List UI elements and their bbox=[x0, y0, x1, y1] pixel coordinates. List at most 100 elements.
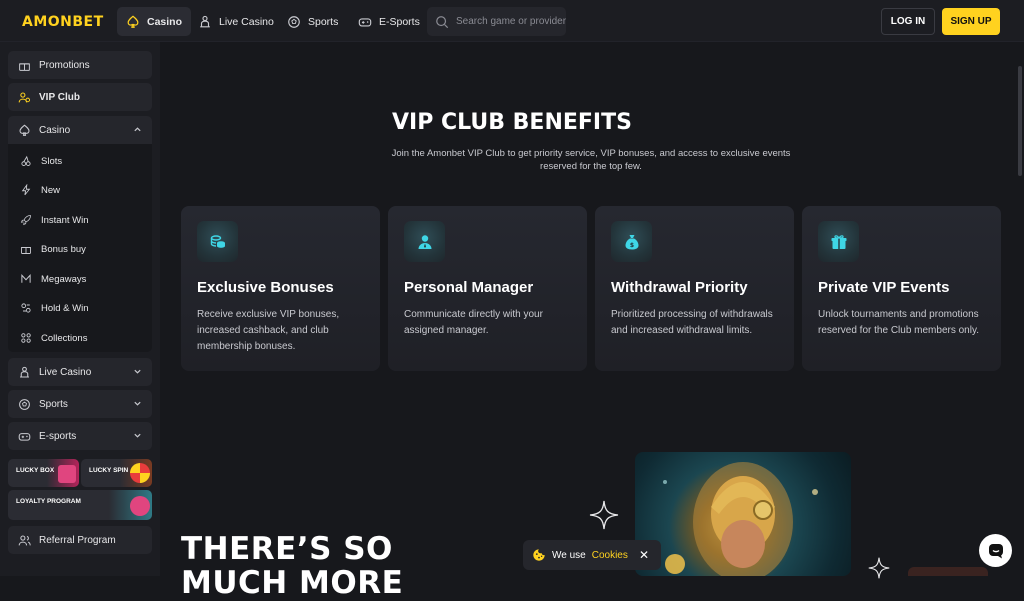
lucky-spin-label: LUCKY SPIN bbox=[89, 467, 129, 474]
benefit-title: Personal Manager bbox=[404, 279, 534, 296]
sidebar-item-label: VIP Club bbox=[39, 91, 80, 103]
loyalty-icon bbox=[130, 496, 150, 516]
sidebar-subitem-instant-win[interactable]: Instant Win bbox=[20, 210, 89, 230]
signup-button[interactable]: SIGN UP bbox=[942, 8, 1000, 35]
tab-esports[interactable]: E-Sports bbox=[349, 7, 429, 36]
sidebar-item-referral[interactable]: Referral Program bbox=[8, 526, 152, 554]
gift-icon bbox=[831, 234, 846, 249]
sidebar-item-promotions[interactable]: Promotions bbox=[8, 51, 152, 79]
lightning-icon bbox=[21, 184, 31, 196]
page-subtitle: Join the Amonbet VIP Club to get priorit… bbox=[391, 148, 791, 172]
gamepad-icon bbox=[358, 17, 372, 27]
lucky-box-icon bbox=[58, 465, 76, 483]
tab-sports[interactable]: Sports bbox=[278, 7, 347, 36]
sidebar-item-label: E-sports bbox=[39, 430, 77, 442]
sidebar-subitem-label: New bbox=[41, 184, 61, 196]
hold-win-icon bbox=[21, 303, 31, 313]
sidebar-item-label: Promotions bbox=[39, 59, 90, 71]
sidebar-subitem-new[interactable]: New bbox=[20, 180, 60, 200]
sidebar-item-esports[interactable]: E-sports bbox=[8, 422, 152, 450]
benefit-text: Communicate directly with your assigned … bbox=[404, 309, 543, 336]
wheel-icon bbox=[130, 463, 150, 483]
ball-icon bbox=[288, 15, 300, 28]
sidebar-subitem-label: Slots bbox=[41, 155, 63, 167]
coins-icon bbox=[210, 234, 225, 248]
tab-casino[interactable]: Casino bbox=[117, 7, 192, 36]
benefit-card-bonuses: Exclusive Bonuses Receive exclusive VIP … bbox=[181, 206, 380, 371]
sidebar-item-vip-club[interactable]: VIP Club bbox=[8, 83, 152, 111]
loyalty-program-tile[interactable]: LOYALTY PROGRAM bbox=[8, 490, 152, 520]
sidebar-item-label: Sports bbox=[39, 398, 68, 410]
benefit-title: Withdrawal Priority bbox=[611, 279, 748, 296]
sidebar-item-live-casino[interactable]: Live Casino bbox=[8, 358, 152, 386]
sidebar-item-label: Live Casino bbox=[39, 366, 92, 378]
benefit-text: Unlock tournaments and promotions reserv… bbox=[818, 309, 979, 336]
users-icon bbox=[18, 535, 31, 545]
sidebar-subitem-label: Megaways bbox=[41, 273, 87, 285]
search-input[interactable] bbox=[456, 16, 566, 27]
sidebar-subitem-slots[interactable]: Slots bbox=[20, 151, 62, 171]
cookie-link[interactable]: Cookies bbox=[592, 550, 628, 561]
chat-icon bbox=[988, 543, 1003, 558]
chat-button[interactable] bbox=[979, 534, 1012, 567]
benefit-text: Receive exclusive VIP bonuses, increased… bbox=[197, 309, 340, 352]
benefit-title: Private VIP Events bbox=[818, 279, 950, 296]
sidebar-subitem-bonus-buy[interactable]: Bonus buy bbox=[20, 239, 86, 259]
benefit-icon-box bbox=[404, 221, 445, 262]
tab-label: E-Sports bbox=[379, 15, 420, 28]
benefit-card-manager: Personal Manager Communicate directly wi… bbox=[388, 206, 587, 371]
secondary-image bbox=[908, 567, 988, 576]
benefit-icon-box bbox=[197, 221, 238, 262]
gift-icon bbox=[19, 62, 30, 71]
top-bar: AMONBET Casino Live Casino Sports E-Spor… bbox=[0, 0, 1024, 42]
cookie-text: We use bbox=[552, 549, 586, 561]
manager-icon bbox=[418, 234, 431, 249]
sidebar-item-label: Referral Program bbox=[39, 534, 116, 546]
casino-submenu: Slots New Instant Win Bonus buy Megaways… bbox=[8, 144, 152, 352]
sidebar-subitem-label: Instant Win bbox=[41, 214, 89, 226]
sidebar-subitem-label: Hold & Win bbox=[41, 302, 89, 314]
benefit-icon-box bbox=[818, 221, 859, 262]
lucky-spin-tile[interactable]: LUCKY SPIN bbox=[81, 459, 152, 487]
sidebar-item-sports[interactable]: Sports bbox=[8, 390, 152, 418]
chevron-down-icon bbox=[134, 369, 141, 374]
lucky-box-label: LUCKY BOX bbox=[16, 467, 55, 474]
tab-label: Sports bbox=[308, 15, 339, 28]
chevron-down-icon bbox=[134, 401, 141, 406]
sidebar-subitem-megaways[interactable]: Megaways bbox=[20, 269, 86, 289]
cookie-icon bbox=[533, 549, 545, 561]
login-button[interactable]: LOG IN bbox=[881, 8, 935, 35]
money-bag-icon: $ bbox=[625, 234, 638, 249]
sidebar-subitem-label: Bonus buy bbox=[41, 243, 86, 255]
promo-heading-line: MUCH MORE bbox=[181, 565, 404, 601]
ball-icon bbox=[19, 398, 30, 410]
chevron-down-icon bbox=[134, 433, 141, 438]
close-icon[interactable]: ✕ bbox=[639, 548, 649, 562]
sparkle-icon bbox=[589, 500, 619, 530]
benefit-card-withdrawal: $ Withdrawal Priority Prioritized proces… bbox=[595, 206, 794, 371]
tab-live-casino[interactable]: Live Casino bbox=[189, 7, 283, 36]
rocket-icon bbox=[20, 215, 31, 226]
benefit-card-events: Private VIP Events Unlock tournaments an… bbox=[802, 206, 1001, 371]
promo-heading-line: THERE’S SO bbox=[181, 531, 393, 567]
page-title: VIP CLUB BENEFITS bbox=[392, 110, 632, 135]
benefit-text: Prioritized processing of withdrawals an… bbox=[611, 309, 773, 336]
cherries-icon bbox=[21, 155, 31, 166]
hero-image bbox=[635, 452, 851, 576]
sidebar-subitem-label: Collections bbox=[41, 332, 88, 344]
lucky-box-tile[interactable]: LUCKY BOX bbox=[8, 459, 79, 487]
tab-label: Live Casino bbox=[219, 15, 274, 28]
vip-icon bbox=[18, 92, 31, 102]
collections-icon bbox=[21, 333, 31, 343]
sidebar-subitem-collections[interactable]: Collections bbox=[20, 328, 87, 348]
benefit-title: Exclusive Bonuses bbox=[197, 279, 334, 296]
svg-text:$: $ bbox=[629, 242, 633, 249]
logo[interactable]: AMONBET bbox=[22, 14, 104, 30]
gift-icon bbox=[21, 247, 31, 254]
search-box[interactable] bbox=[427, 7, 566, 36]
dealer-icon bbox=[20, 366, 29, 377]
sidebar-subitem-hold-win[interactable]: Hold & Win bbox=[20, 298, 89, 318]
gamepad-icon bbox=[18, 432, 31, 441]
cookie-banner: We use Cookies ✕ bbox=[523, 540, 661, 570]
search-icon bbox=[436, 15, 449, 28]
